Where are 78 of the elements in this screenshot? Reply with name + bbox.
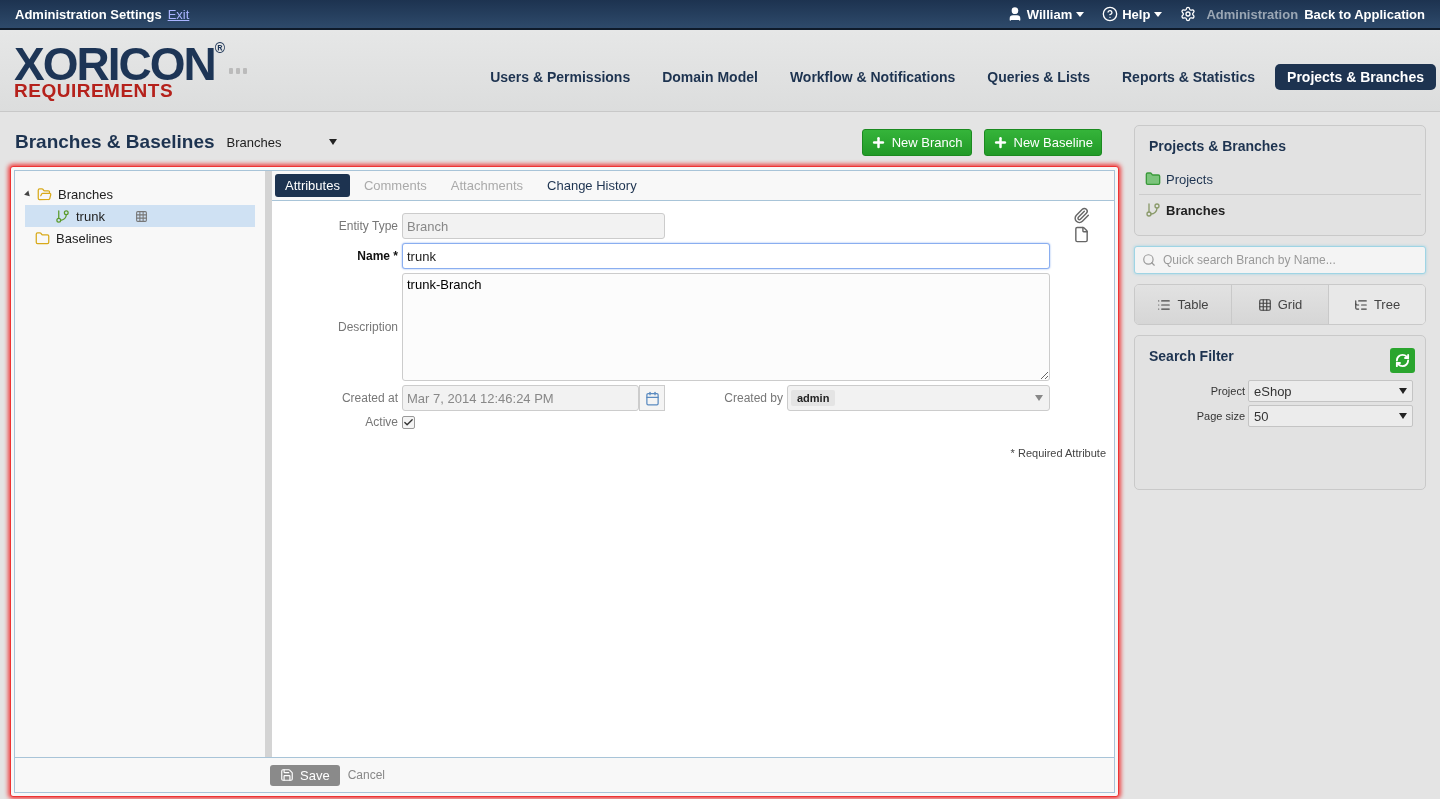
view-mode-button[interactable]: Grid [1231,285,1328,324]
filter-label: Page size [1195,410,1245,422]
exit-link[interactable]: Exit [167,6,190,22]
search-icon [1142,253,1156,267]
expander-icon[interactable] [24,190,32,198]
table-icon [1157,297,1172,312]
nav-tab[interactable]: Projects & Branches [1275,63,1436,90]
field-label: Entity Type [337,219,398,233]
splitter-handle[interactable] [265,171,272,757]
caret-icon [1076,11,1085,17]
field-label: Created at [340,391,398,405]
logo: XORICON$^{®}$ REQUIREMENTS [14,41,223,100]
view-select[interactable]: Branches [226,134,337,150]
view-mode-button[interactable]: Tree [1328,285,1425,324]
folder-icon [37,186,52,202]
admin-title: Administration Settings [15,6,162,22]
sidebar-item[interactable]: Projects [1139,164,1421,194]
folder-icon [1145,171,1161,187]
refresh-button[interactable] [1390,347,1415,373]
sidebar-item[interactable]: Branches [1139,194,1421,225]
nav-tab[interactable]: Domain Model [650,63,770,90]
view-mode-button[interactable]: Table [1135,285,1231,324]
save-icon [280,768,294,782]
tree-label: Baselines [56,230,113,246]
filter-label: Project [1209,385,1245,397]
folder-icon [35,230,50,246]
calendar-button[interactable] [639,385,665,411]
filter-select[interactable]: 50 [1248,405,1413,427]
administration-label: Administration [1206,6,1299,22]
settings-icon [1180,6,1197,22]
calendar-icon [644,390,660,406]
check-icon [403,416,414,428]
help-menu[interactable]: Help [1102,6,1163,22]
filter-select[interactable]: eShop [1248,380,1413,402]
dots-icon [229,67,247,74]
tree-item[interactable]: Branches [25,183,255,205]
plus-icon [992,134,1008,150]
user-menu[interactable]: William [1006,6,1085,22]
field-label: Description [336,320,398,334]
nav-tab[interactable]: Reports & Statistics [1110,63,1268,90]
paperclip-icon[interactable] [1073,207,1090,224]
branch-icon [55,208,70,224]
caret-icon [1035,395,1043,401]
caret-icon [328,139,337,145]
caret-icon [1154,11,1163,17]
panel-title: Projects & Branches [1149,138,1287,154]
branch-icon [1145,202,1161,218]
field-label: Name * [356,249,398,263]
refresh-icon [1395,352,1410,368]
name-field[interactable]: trunk [402,243,1050,269]
tab[interactable]: Attributes [275,174,350,197]
page-title: Branches & Baselines [15,131,215,153]
tree-label: trunk [76,208,105,224]
nav-tab[interactable]: Workflow & Notifications [777,63,968,90]
nav-tab[interactable]: Queries & Lists [975,63,1102,90]
description-field[interactable]: trunk-Branch [402,273,1050,381]
panel-title: Search Filter [1149,348,1234,364]
grid-icon[interactable] [134,209,148,223]
required-note: * Required Attribute [1010,447,1106,459]
user-chip: admin [791,390,836,406]
tab[interactable]: Change History [537,174,647,197]
tree-icon [1353,297,1368,312]
tree-item[interactable]: trunk [25,205,255,227]
help-icon [1102,6,1119,22]
caret-icon [1399,388,1407,394]
tree-label: Branches [58,186,113,202]
document-icon[interactable] [1073,226,1090,243]
grid-icon [1257,297,1272,312]
field-label: Active [364,415,398,429]
plus-icon [870,134,886,150]
tree-item[interactable]: Baselines [25,227,255,249]
caret-icon [1399,413,1407,419]
created-by-select[interactable]: admin [787,385,1050,411]
field-label: Created by [724,391,783,405]
nav-tab[interactable]: Users & Permissions [478,63,643,90]
active-checkbox[interactable] [402,415,415,429]
back-to-application-link[interactable]: Back to Application [1304,6,1425,22]
search-field[interactable]: Quick search Branch by Name... [1134,246,1426,274]
